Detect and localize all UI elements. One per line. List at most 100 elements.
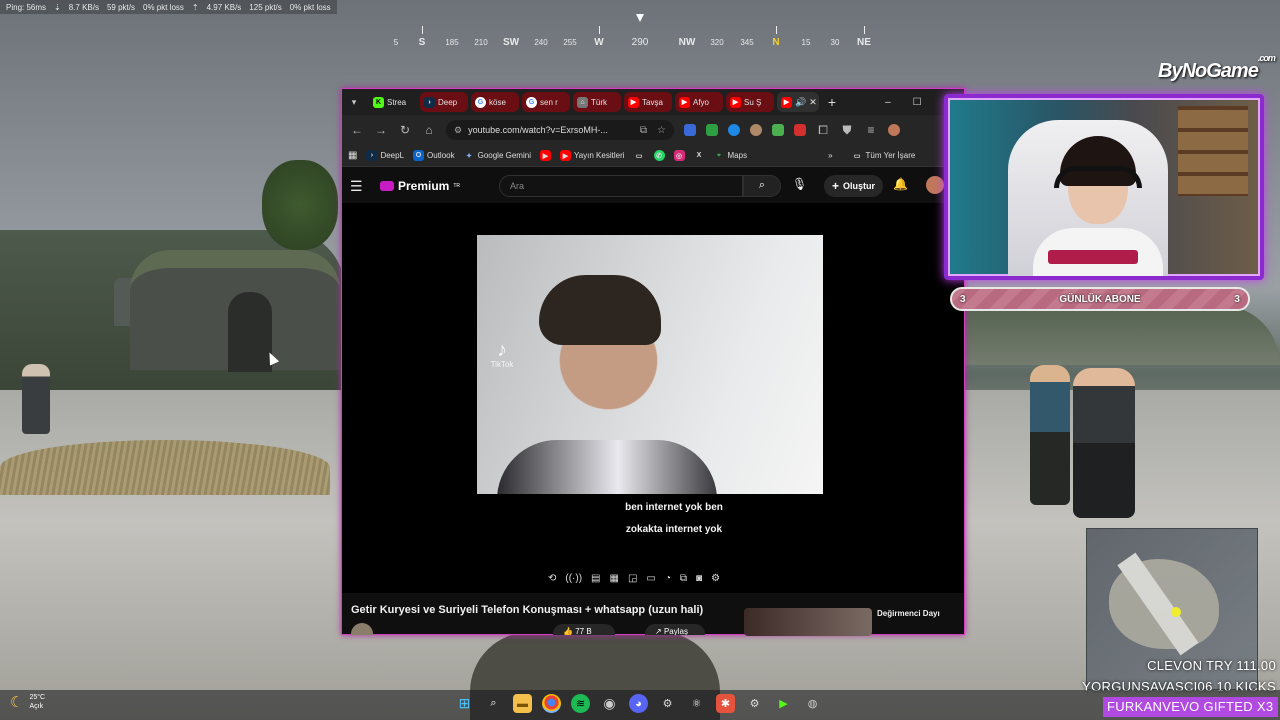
cast-icon[interactable]: ⧉: [640, 125, 647, 136]
tab-youtube-active[interactable]: ▶ 🔊 ✕: [777, 92, 819, 112]
file-explorer-icon[interactable]: ▬: [513, 694, 532, 713]
recommended-thumbnail[interactable]: [744, 608, 872, 636]
tab-stream[interactable]: K Strea: [369, 92, 417, 112]
reload-icon[interactable]: ↻: [398, 123, 412, 137]
channel-avatar[interactable]: [351, 623, 373, 635]
compass-mark: S: [418, 37, 426, 48]
site-info-icon[interactable]: ⚙: [454, 125, 462, 136]
tab-google-1[interactable]: Gköse: [471, 92, 519, 112]
bookmark-star-icon[interactable]: ☆: [657, 125, 666, 136]
tab-youtube-2[interactable]: ▶ Afyo: [675, 92, 723, 112]
bookmark-maps[interactable]: ⌖ Maps: [714, 150, 747, 161]
extensions-puzzle-icon[interactable]: ⧠: [816, 123, 830, 138]
recommended-title[interactable]: Değirmenci Dayı: [877, 609, 940, 618]
app-icon[interactable]: ✱: [716, 694, 735, 713]
bookmark-folder[interactable]: ▭: [634, 150, 645, 161]
ublock-icon[interactable]: ⛊: [840, 123, 854, 138]
down-pkts: 59 pkt/s: [106, 2, 135, 12]
bookmark-instagram[interactable]: ◎: [673, 150, 685, 161]
app-icon[interactable]: ◍: [803, 694, 822, 713]
youtube-premium-logo[interactable]: Premium TR: [380, 179, 460, 193]
gemini-icon: ✦: [466, 152, 473, 160]
reading-list-icon[interactable]: ≡: [864, 123, 878, 137]
steam-icon[interactable]: ⚙: [745, 694, 764, 713]
search-button[interactable]: ⌕: [743, 175, 781, 197]
address-bar[interactable]: ⚙ youtube.com/watch?v=ExrsoMH-... ⧉ ☆: [446, 120, 674, 140]
app-icon[interactable]: ⚛: [687, 694, 706, 713]
tab-deepl[interactable]: › Deep: [420, 92, 468, 112]
extension-icon[interactable]: [706, 124, 718, 136]
audio-icon[interactable]: ((·)): [565, 573, 582, 589]
bookmark-whatsapp[interactable]: ✆: [653, 150, 665, 161]
tab-youtube-3[interactable]: ▶ Su Ş: [726, 92, 774, 112]
bookmark-yayin-kesitleri[interactable]: ▶ Yayın Kesitleri: [559, 150, 625, 161]
chapters-icon[interactable]: ▦: [610, 573, 619, 589]
extension-icon[interactable]: [728, 124, 740, 136]
extension-icon[interactable]: [684, 124, 696, 136]
like-button[interactable]: 👍 77 B: [553, 624, 615, 635]
profile-avatar[interactable]: [888, 124, 900, 136]
sub-count-left: 3: [960, 293, 966, 305]
home-icon[interactable]: ⌂: [422, 123, 436, 137]
notifications-bell-icon[interactable]: 🔔: [893, 177, 908, 191]
back-icon[interactable]: ←: [350, 123, 364, 137]
brand-text: ByNoGame: [1158, 60, 1259, 82]
kick-event: CLEVON TRY 111.00: [1147, 658, 1276, 673]
video-player[interactable]: ♪ TikTok ben internet yok ben zokakta int…: [342, 203, 964, 593]
minimize-icon[interactable]: –: [885, 97, 891, 108]
speed-icon[interactable]: ◔: [665, 573, 671, 589]
maximize-icon[interactable]: ☐: [913, 97, 922, 108]
webcam-frame: [944, 94, 1264, 280]
forward-icon[interactable]: →: [374, 123, 388, 137]
steam-icon[interactable]: ⚙: [658, 694, 677, 713]
settings-gear-icon[interactable]: ⚙: [711, 573, 720, 589]
apps-grid-icon[interactable]: ▦: [348, 150, 357, 161]
discord-icon[interactable]: ◕: [629, 694, 648, 713]
weather-widget[interactable]: ☾ 25°C Açık: [10, 693, 45, 711]
microphone-icon[interactable]: 🎙: [792, 177, 807, 191]
share-button[interactable]: ↗ Paylaş: [645, 624, 705, 635]
tab-google-2[interactable]: Gsen r: [522, 92, 570, 112]
bookmark-x[interactable]: X: [694, 150, 705, 161]
bookmark-gemini[interactable]: ✦ Google Gemini: [464, 150, 531, 161]
loop-icon[interactable]: ⟲: [548, 573, 556, 589]
compass-mark: 30: [830, 38, 840, 47]
close-tab-icon[interactable]: ✕: [809, 97, 817, 108]
more-bookmarks-icon[interactable]: »: [828, 151, 832, 160]
instagram-icon: ◎: [673, 150, 685, 161]
compass-mark: 255: [563, 38, 577, 47]
x-icon: X: [696, 152, 702, 159]
tab-youtube-1[interactable]: ▶ Tavşa: [624, 92, 672, 112]
google-icon: G: [475, 96, 486, 108]
up-pkts: 125 pkt/s: [249, 2, 282, 12]
deepl-icon: ›: [424, 96, 435, 108]
chrome-icon[interactable]: [542, 694, 561, 713]
bookmark-youtube[interactable]: ▶: [539, 150, 551, 161]
screenshot-icon[interactable]: ◙: [696, 573, 702, 589]
theater-icon[interactable]: ▭: [646, 573, 655, 589]
bookmark-outlook[interactable]: O Outlook: [413, 150, 455, 161]
create-button[interactable]: + Oluştur: [824, 175, 884, 197]
obs-icon[interactable]: ◉: [600, 694, 619, 713]
bookmark-deepl[interactable]: › DeepL: [366, 150, 404, 161]
hamburger-menu-icon[interactable]: ☰: [350, 178, 380, 195]
miniplayer-icon[interactable]: ◲: [628, 573, 637, 589]
windows-start-icon[interactable]: ⊞: [455, 694, 474, 713]
kick-app-icon[interactable]: ▶: [774, 694, 793, 713]
pip-icon[interactable]: ⧉: [680, 573, 687, 589]
extension-icon[interactable]: [772, 124, 784, 136]
down-rate: 8.7 KB/s: [68, 2, 99, 12]
tab-search-icon[interactable]: ▾: [342, 97, 366, 108]
search-icon: ⌕: [758, 179, 766, 191]
search-icon[interactable]: ⌕: [484, 694, 503, 713]
extension-icon[interactable]: [750, 124, 762, 136]
new-tab-button[interactable]: +: [821, 94, 843, 110]
search-input[interactable]: Ara: [499, 175, 743, 197]
all-bookmarks-folder[interactable]: ▭ Tüm Yer İşare: [852, 150, 916, 161]
spotify-icon[interactable]: ≋: [571, 694, 590, 713]
deepl-icon: ›: [366, 150, 378, 161]
extension-icon[interactable]: [794, 124, 806, 136]
subtitles-icon[interactable]: ▤: [591, 573, 600, 589]
avatar[interactable]: [926, 176, 944, 194]
tab-turk[interactable]: ⌂ Türk: [573, 92, 621, 112]
